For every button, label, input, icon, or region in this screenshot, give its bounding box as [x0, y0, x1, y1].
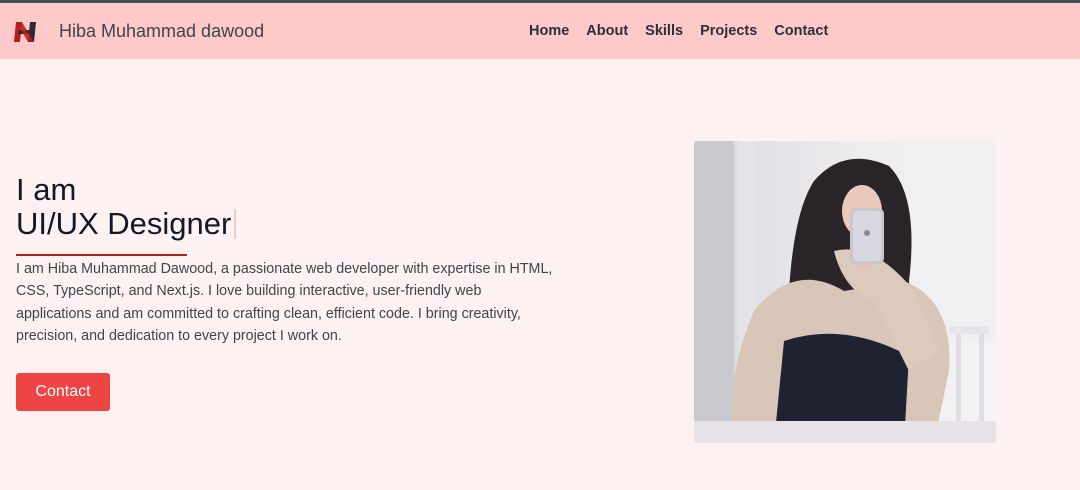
- bio-paragraph: I am Hiba Muhammad Dawood, a passionate …: [16, 261, 553, 344]
- navbar: Hiba Muhammad dawood Home About Skills P…: [0, 3, 1080, 59]
- main-nav: Home About Skills Projects Contact: [529, 23, 845, 39]
- nav-link-about[interactable]: About: [586, 23, 628, 39]
- nav-link-projects[interactable]: Projects: [700, 23, 757, 39]
- typing-cursor: [234, 209, 237, 239]
- hero-heading-line2: UI/UX Designer: [16, 206, 237, 241]
- heading-underline: [16, 254, 187, 256]
- nav-link-skills[interactable]: Skills: [645, 23, 683, 39]
- nav-link-home[interactable]: Home: [529, 23, 569, 39]
- typed-role: UI/UX Designer: [16, 206, 232, 241]
- brand-name: Hiba Muhammad dawood: [59, 21, 265, 41]
- h-logo-icon[interactable]: [14, 20, 40, 44]
- nav-link-contact[interactable]: Contact: [774, 23, 828, 39]
- profile-photo: [694, 141, 996, 443]
- hero-heading: I am UI/UX Designer: [16, 172, 237, 241]
- contact-button[interactable]: Contact: [16, 373, 110, 411]
- hero-heading-line1: I am: [16, 172, 77, 207]
